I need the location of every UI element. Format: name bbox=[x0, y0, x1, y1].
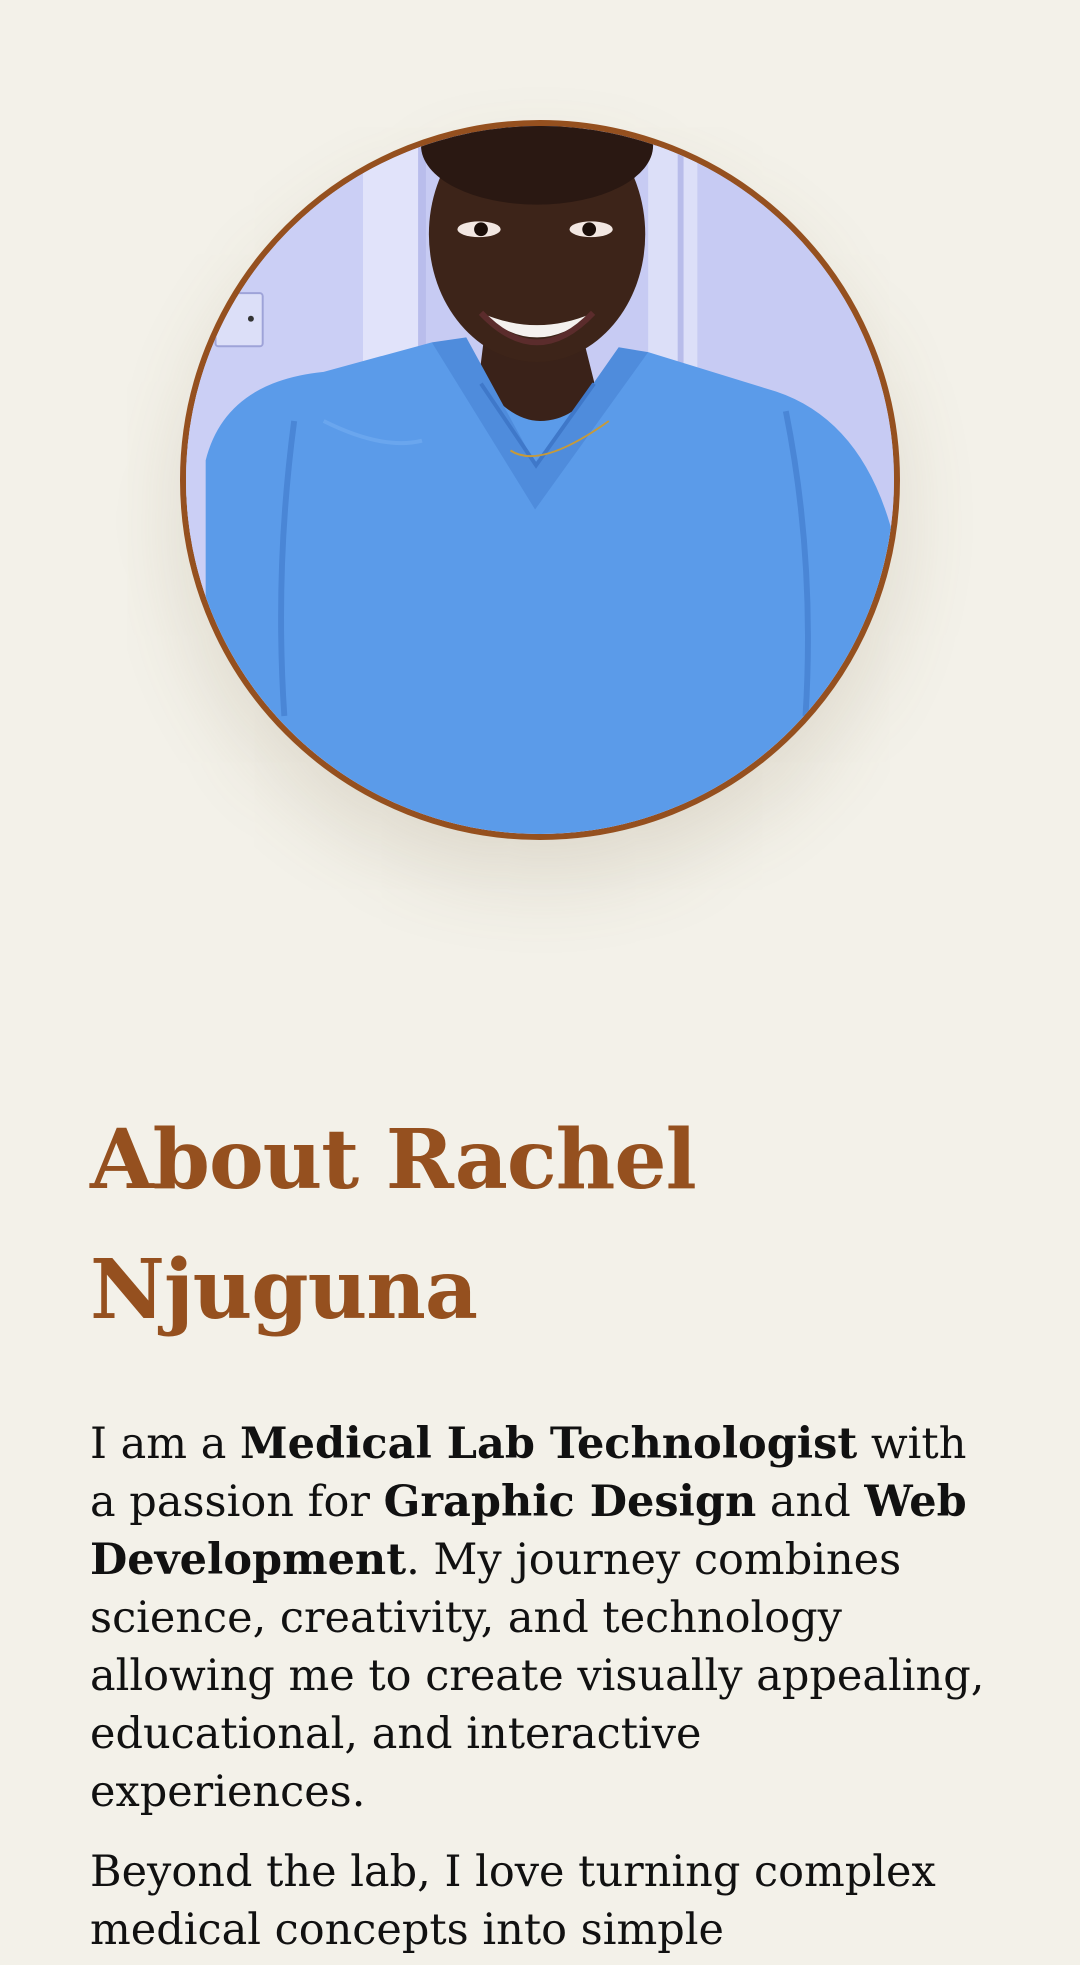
intro-bold-medical-lab: Medical Lab Technologist bbox=[240, 1419, 858, 1469]
about-section: About Rachel Njuguna I am a Medical Lab … bbox=[90, 1095, 990, 1959]
about-title-line-2: Njuguna bbox=[90, 1242, 478, 1338]
intro-bold-graphic-design: Graphic Design bbox=[383, 1477, 757, 1527]
about-second-paragraph: Beyond the lab, I love turning complex m… bbox=[90, 1847, 936, 1955]
intro-text-3: and bbox=[756, 1477, 865, 1527]
profile-photo bbox=[180, 120, 900, 840]
intro-text-1: I am a bbox=[90, 1419, 241, 1469]
profile-photo-illustration bbox=[186, 126, 894, 834]
about-title-line-1: About Rachel bbox=[90, 1112, 697, 1208]
profile-photo-frame bbox=[180, 120, 900, 840]
about-intro-paragraph: I am a Medical Lab Technologist with a p… bbox=[90, 1415, 990, 1821]
about-title: About Rachel Njuguna bbox=[90, 1095, 990, 1355]
